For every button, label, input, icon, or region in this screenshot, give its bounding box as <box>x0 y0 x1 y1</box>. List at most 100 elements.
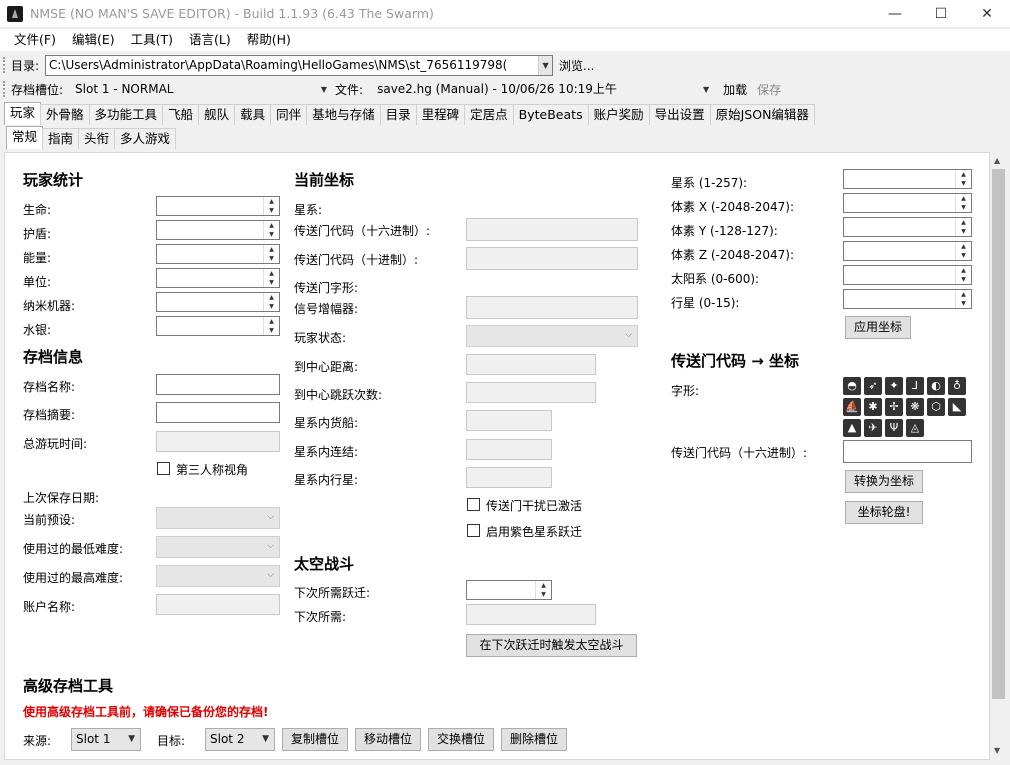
tab-starships[interactable]: 飞船 <box>162 104 200 125</box>
third-person-checkbox[interactable] <box>157 462 170 475</box>
save-button[interactable]: 保存 <box>757 81 781 98</box>
bird-glyph-icon[interactable]: ➶ <box>864 377 882 395</box>
tab-export-settings[interactable]: 导出设置 <box>648 104 711 125</box>
energy-stepper[interactable]: ▲ ▼ <box>156 244 280 264</box>
tab-multitool[interactable]: 多功能工具 <box>88 104 164 125</box>
move-slot-button[interactable]: 移动槽位 <box>355 728 421 751</box>
spin-arrows-icon[interactable]: ▲ ▼ <box>263 245 279 263</box>
slot-select[interactable]: Slot 1 - NORMAL ▼ <box>75 79 329 100</box>
vertical-scrollbar[interactable]: ▲ ▼ <box>990 152 1007 760</box>
menu-edit[interactable]: 编辑(E) <box>64 29 123 51</box>
tab-exosuit[interactable]: 外骨骼 <box>40 104 90 125</box>
quicksilver-stepper[interactable]: ▲ ▼ <box>156 316 280 336</box>
chevron-down-icon[interactable]: ▼ <box>538 55 553 75</box>
tab-companions[interactable]: 同伴 <box>270 104 308 125</box>
portal-interference-label[interactable]: 传送门干扰已激活 <box>486 497 582 514</box>
tab-player[interactable]: 玩家 <box>4 102 42 125</box>
swap-slot-button[interactable]: 交换槽位 <box>428 728 494 751</box>
menu-help[interactable]: 帮助(H) <box>239 29 299 51</box>
rocket-glyph-icon[interactable]: ✈ <box>864 419 882 437</box>
spin-arrows-icon[interactable]: ▲ ▼ <box>955 218 971 236</box>
spin-arrows-icon[interactable]: ▲ ▼ <box>263 221 279 239</box>
scroll-up-icon[interactable]: ▲ <box>994 156 1000 165</box>
purple-jump-checkbox[interactable] <box>467 524 480 537</box>
spin-arrows-icon[interactable]: ▲ ▼ <box>955 266 971 284</box>
voxel-y-stepper[interactable]: ▲ ▼ <box>843 217 972 237</box>
max-difficulty-select[interactable]: ⌵ <box>156 565 280 587</box>
tab-milestones[interactable]: 里程碑 <box>415 104 466 125</box>
fish-glyph-icon[interactable]: ◣ <box>948 398 966 416</box>
galaxy-glyph-icon[interactable]: ❋ <box>906 398 924 416</box>
apply-coords-button[interactable]: 应用坐标 <box>845 316 911 339</box>
delete-slot-button[interactable]: 删除槽位 <box>501 728 567 751</box>
spin-arrows-icon[interactable]: ▲ ▼ <box>955 170 971 188</box>
spin-arrows-icon[interactable]: ▲ ▼ <box>535 581 551 599</box>
atlas-glyph-icon[interactable]: ◬ <box>906 419 924 437</box>
tab-bytebeats[interactable]: ByteBeats <box>512 104 589 125</box>
menu-tools[interactable]: 工具(T) <box>123 29 181 51</box>
eclipse-glyph-icon[interactable]: ◐ <box>927 377 945 395</box>
planet-index-stepper[interactable]: ▲ ▼ <box>843 289 972 309</box>
face-glyph-icon[interactable]: ✦ <box>885 377 903 395</box>
tab-settlements[interactable]: 定居点 <box>464 104 514 125</box>
voxel-glyph-icon[interactable]: ⬡ <box>927 398 945 416</box>
save-name-field[interactable] <box>156 374 280 395</box>
spin-arrows-icon[interactable]: ▲ ▼ <box>263 317 279 335</box>
health-stepper[interactable]: ▲ ▼ <box>156 196 280 216</box>
voxel-x-stepper[interactable]: ▲ ▼ <box>843 193 972 213</box>
tab-fleet[interactable]: 舰队 <box>198 104 236 125</box>
purple-jump-label[interactable]: 启用紫色星系跃迁 <box>486 523 582 540</box>
spin-arrows-icon[interactable]: ▲ ▼ <box>955 242 971 260</box>
menu-language[interactable]: 语言(L) <box>181 29 239 51</box>
next-jumps-stepper[interactable]: ▲ ▼ <box>466 580 552 600</box>
load-button[interactable]: 加载 <box>723 81 747 98</box>
solar-system-stepper[interactable]: ▲ ▼ <box>843 265 972 285</box>
maximize-button[interactable]: ☐ <box>918 0 964 28</box>
tab-general[interactable]: 常规 <box>6 126 44 149</box>
tab-account-rewards[interactable]: 账户奖励 <box>587 104 650 125</box>
browse-button[interactable]: 浏览... <box>559 57 594 74</box>
shield-stepper[interactable]: ▲ ▼ <box>156 220 280 240</box>
diplo-glyph-icon[interactable]: ⅃ <box>906 377 924 395</box>
sunset-glyph-icon[interactable]: ◓ <box>843 377 861 395</box>
tab-titles[interactable]: 头衔 <box>78 128 116 149</box>
tree-glyph-icon[interactable]: Ψ <box>885 419 903 437</box>
player-state-select[interactable]: ⌵ <box>466 325 638 347</box>
spin-arrows-icon[interactable]: ▲ ▼ <box>263 293 279 311</box>
file-select[interactable]: save2.hg (Manual) - 10/06/26 10:19上午 ▼ <box>377 79 711 100</box>
bug-glyph-icon[interactable]: ✱ <box>864 398 882 416</box>
current-preset-select[interactable]: ⌵ <box>156 507 280 529</box>
spin-arrows-icon[interactable]: ▲ ▼ <box>263 197 279 215</box>
directory-combo[interactable]: C:\Users\Administrator\AppData\Roaming\H… <box>45 54 554 76</box>
menu-file[interactable]: 文件(F) <box>6 29 64 51</box>
minimize-button[interactable]: — <box>872 0 918 28</box>
tent-glyph-icon[interactable]: ▲ <box>843 419 861 437</box>
trigger-space-battle-button[interactable]: 在下次跃迁时触发太空战斗 <box>466 634 637 657</box>
tab-raw-json-editor[interactable]: 原始JSON编辑器 <box>709 104 815 125</box>
min-difficulty-select[interactable]: ⌵ <box>156 536 280 558</box>
scroll-down-icon[interactable]: ▼ <box>994 746 1000 755</box>
copy-slot-button[interactable]: 复制槽位 <box>282 728 348 751</box>
coordinate-roulette-button[interactable]: 坐标轮盘! <box>845 501 923 524</box>
tab-vehicles[interactable]: 载具 <box>234 104 272 125</box>
toolbar-grip[interactable] <box>3 81 7 97</box>
target-slot-select[interactable]: Slot 2 ▼ <box>205 728 275 751</box>
spin-arrows-icon[interactable]: ▲ ▼ <box>955 290 971 308</box>
third-person-label[interactable]: 第三人称视角 <box>176 461 248 478</box>
toolbar-grip[interactable] <box>3 57 7 73</box>
units-stepper[interactable]: ▲ ▼ <box>156 268 280 288</box>
nanites-stepper[interactable]: ▲ ▼ <box>156 292 280 312</box>
galaxy-index-stepper[interactable]: ▲ ▼ <box>843 169 972 189</box>
tab-bases-storage[interactable]: 基地与存储 <box>306 104 381 125</box>
tab-guide[interactable]: 指南 <box>42 128 80 149</box>
tab-multiplayer[interactable]: 多人游戏 <box>114 128 177 149</box>
save-summary-field[interactable] <box>156 402 280 423</box>
balloon-glyph-icon[interactable]: ♁ <box>948 377 966 395</box>
portal-hex-input[interactable] <box>843 440 972 463</box>
spin-arrows-icon[interactable]: ▲ ▼ <box>955 194 971 212</box>
source-slot-select[interactable]: Slot 1 ▼ <box>71 728 141 751</box>
tab-catalog[interactable]: 目录 <box>379 104 417 125</box>
spin-arrows-icon[interactable]: ▲ ▼ <box>263 269 279 287</box>
close-button[interactable]: ✕ <box>964 0 1010 28</box>
boat-glyph-icon[interactable]: ⛵ <box>843 398 861 416</box>
